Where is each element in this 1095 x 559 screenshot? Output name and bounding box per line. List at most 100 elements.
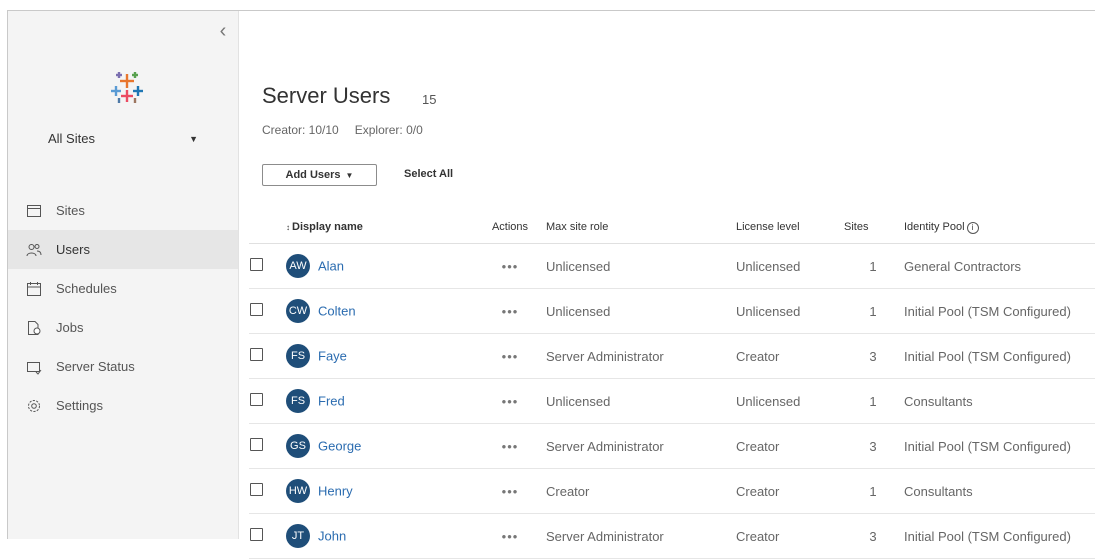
max-site-role-cell: Unlicensed <box>545 243 735 289</box>
identity-pool-cell: Consultants <box>903 378 1095 424</box>
actions-menu-icon[interactable]: ••• <box>502 304 519 319</box>
user-name-link[interactable]: George <box>318 439 361 454</box>
table-row: GS George ••• Server Administrator Creato… <box>249 423 1095 469</box>
row-checkbox[interactable] <box>250 483 263 496</box>
license-level-cell: Creator <box>735 423 843 469</box>
actions-menu-icon[interactable]: ••• <box>502 484 519 499</box>
gear-icon <box>26 398 42 414</box>
actions-menu-icon[interactable]: ••• <box>502 349 519 364</box>
sidebar-item-jobs[interactable]: Jobs <box>8 308 238 347</box>
license-level-cell: Creator <box>735 468 843 514</box>
identity-pool-cell: Initial Pool (TSM Configured) <box>903 423 1095 469</box>
license-level-cell: Unlicensed <box>735 288 843 334</box>
actions-menu-icon[interactable]: ••• <box>502 439 519 454</box>
sidebar: ‹ All Sites ▼ Sites Users Schedules Jobs… <box>8 11 239 539</box>
row-checkbox[interactable] <box>250 528 263 541</box>
sidebar-nav: Sites Users Schedules Jobs Server Status <box>8 191 238 425</box>
window-top-border <box>0 0 1095 11</box>
avatar: FS <box>286 344 310 368</box>
jobs-icon <box>26 320 42 336</box>
sidebar-item-label: Server Status <box>56 359 135 374</box>
row-checkbox[interactable] <box>250 393 263 406</box>
row-checkbox[interactable] <box>250 258 263 271</box>
license-level-cell: Unlicensed <box>735 243 843 289</box>
column-header-actions: Actions <box>475 211 545 244</box>
max-site-role-cell: Server Administrator <box>545 423 735 469</box>
row-checkbox[interactable] <box>250 438 263 451</box>
user-name-link[interactable]: Fred <box>318 394 345 409</box>
user-name-link[interactable]: Alan <box>318 259 344 274</box>
identity-pool-cell: Initial Pool (TSM Configured) <box>903 513 1095 559</box>
table-row: FS Faye ••• Server Administrator Creator … <box>249 333 1095 379</box>
max-site-role-cell: Unlicensed <box>545 288 735 334</box>
sites-cell: 1 <box>843 243 903 289</box>
site-selector-label: All Sites <box>48 131 95 146</box>
select-column-header <box>249 211 285 244</box>
sidebar-item-users[interactable]: Users <box>8 230 238 269</box>
user-name-link[interactable]: Faye <box>318 349 347 364</box>
user-name-link[interactable]: Henry <box>318 484 353 499</box>
page-title: Server Users <box>262 83 391 108</box>
site-selector[interactable]: All Sites ▼ <box>48 131 198 151</box>
column-header-license-level[interactable]: License level <box>735 211 843 244</box>
creator-license: Creator: 10/10 <box>262 123 339 137</box>
users-table: ↕ Display name Actions Max site role Lice… <box>249 211 1095 559</box>
sites-cell: 3 <box>843 423 903 469</box>
license-level-cell: Creator <box>735 333 843 379</box>
sidebar-item-settings[interactable]: Settings <box>8 386 238 425</box>
table-header-row: ↕ Display name Actions Max site role Lice… <box>249 211 1095 244</box>
sidebar-item-label: Sites <box>56 203 85 218</box>
table-row: JT John ••• Server Administrator Creator … <box>249 513 1095 559</box>
table-row: CW Colten ••• Unlicensed Unlicensed 1 Ini… <box>249 288 1095 334</box>
user-name-link[interactable]: Colten <box>318 304 356 319</box>
license-level-cell: Creator <box>735 513 843 559</box>
schedules-icon <box>26 281 42 297</box>
avatar: FS <box>286 389 310 413</box>
row-checkbox[interactable] <box>250 348 263 361</box>
collapse-sidebar-icon[interactable]: ‹ <box>213 21 233 41</box>
users-icon <box>26 242 42 258</box>
table-row: HW Henry ••• Creator Creator 1 Consultant… <box>249 468 1095 514</box>
sites-cell: 1 <box>843 288 903 334</box>
column-header-display-name[interactable]: ↕ Display name <box>285 211 475 244</box>
max-site-role-cell: Unlicensed <box>545 378 735 424</box>
sidebar-item-label: Jobs <box>56 320 84 335</box>
select-all-button[interactable]: Select All <box>404 168 453 180</box>
sidebar-item-server-status[interactable]: Server Status <box>8 347 238 386</box>
tableau-logo <box>107 65 147 105</box>
max-site-role-cell: Server Administrator <box>545 513 735 559</box>
server-status-icon <box>26 359 42 375</box>
actions-menu-icon[interactable]: ••• <box>502 259 519 274</box>
add-users-button[interactable]: Add Users ▼ <box>262 164 377 186</box>
table-row: AW Alan ••• Unlicensed Unlicensed 1 Gener… <box>249 243 1095 289</box>
actions-menu-icon[interactable]: ••• <box>502 394 519 409</box>
sidebar-item-schedules[interactable]: Schedules <box>8 269 238 308</box>
avatar: HW <box>286 479 310 503</box>
actions-menu-icon[interactable]: ••• <box>502 529 519 544</box>
license-level-cell: Unlicensed <box>735 378 843 424</box>
add-users-label: Add Users <box>285 169 341 181</box>
user-name-link[interactable]: John <box>318 529 346 544</box>
identity-pool-cell: Initial Pool (TSM Configured) <box>903 288 1095 334</box>
row-checkbox[interactable] <box>250 303 263 316</box>
sites-icon <box>26 203 42 219</box>
column-header-sites[interactable]: Sites <box>843 211 903 244</box>
identity-pool-cell: General Contractors <box>903 243 1095 289</box>
sites-cell: 3 <box>843 513 903 559</box>
main-content: Server Users 15 Creator: 10/10 Explorer: … <box>239 11 1095 559</box>
license-summary: Creator: 10/10 Explorer: 0/0 <box>262 123 423 137</box>
identity-pool-cell: Consultants <box>903 468 1095 514</box>
user-count: 15 <box>422 92 437 107</box>
chevron-down-icon: ▼ <box>189 134 198 144</box>
sidebar-item-sites[interactable]: Sites <box>8 191 238 230</box>
column-header-identity-pool[interactable]: Identity Pool i <box>903 211 1095 244</box>
column-header-max-site-role[interactable]: Max site role <box>545 211 735 244</box>
avatar: JT <box>286 524 310 548</box>
window-left-border <box>0 10 8 539</box>
max-site-role-cell: Creator <box>545 468 735 514</box>
chevron-down-icon: ▼ <box>345 170 354 180</box>
info-icon[interactable]: i <box>966 221 979 234</box>
avatar: AW <box>286 254 310 278</box>
avatar: GS <box>286 434 310 458</box>
sort-icon: ↕ <box>286 223 290 232</box>
